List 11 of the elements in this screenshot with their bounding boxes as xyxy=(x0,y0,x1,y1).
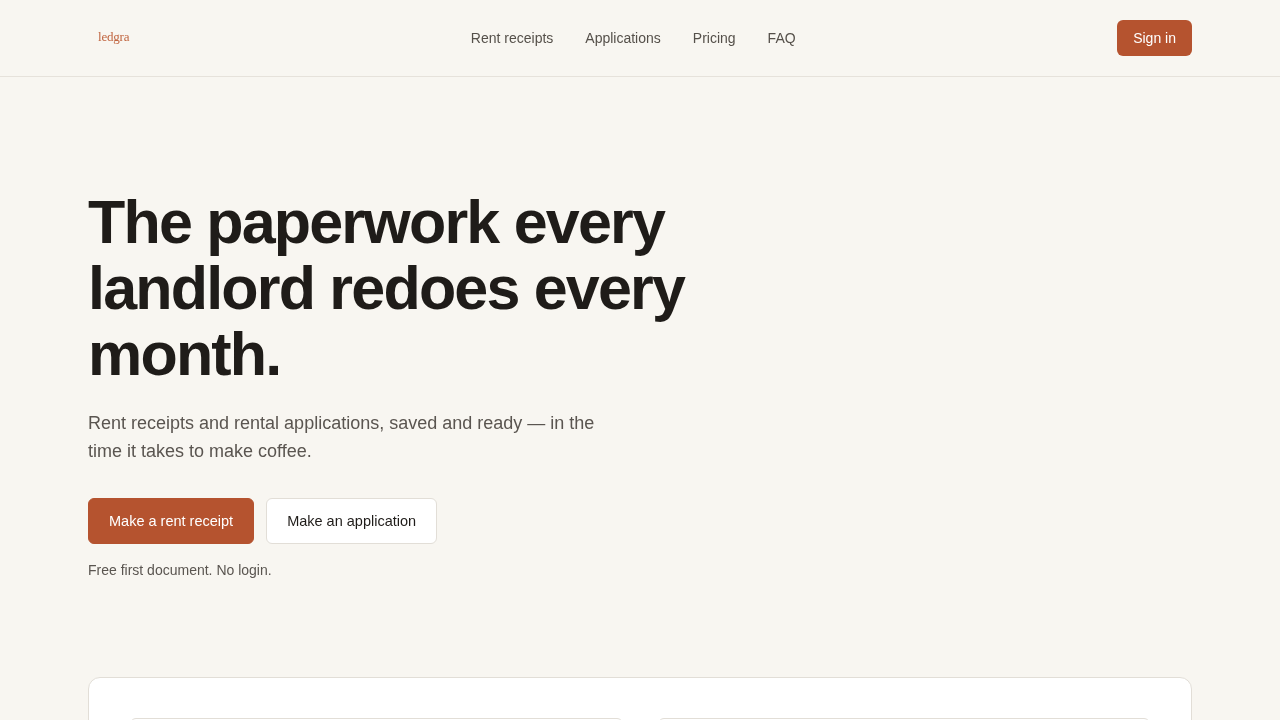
logo[interactable]: ledgra xyxy=(98,29,130,45)
hero-note: Free first document. No login. xyxy=(88,561,273,580)
nav-link[interactable]: Pricing xyxy=(692,30,736,46)
hero-heading: The paperwork every landlord redoes every month. xyxy=(88,189,687,387)
secondary-button[interactable]: Make an application xyxy=(266,498,438,544)
nav-link[interactable]: FAQ xyxy=(767,30,796,46)
nav-link[interactable]: Rent receipts xyxy=(470,30,554,46)
primary-button[interactable]: Make a rent receipt xyxy=(88,498,255,544)
sign-in-button[interactable]: Sign in xyxy=(1117,20,1192,56)
nav-link[interactable]: Applications xyxy=(585,30,661,46)
hero-subtitle: Rent receipts and rental applications, saved and ready — in the time it takes to make coffee. xyxy=(88,412,596,463)
